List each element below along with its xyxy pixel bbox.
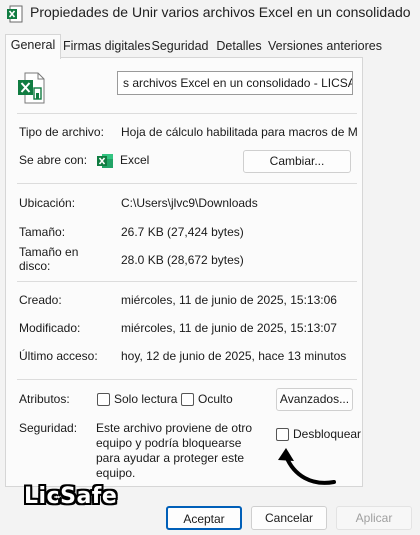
separator xyxy=(17,113,357,114)
readonly-checkbox[interactable]: Solo lectura xyxy=(97,392,177,406)
tab-security[interactable]: Seguridad xyxy=(149,36,211,58)
disk-size-value: 28.0 KB (28,672 bytes) xyxy=(121,253,244,267)
separator xyxy=(17,379,357,380)
file-name-input[interactable]: s archivos Excel en un consolidado - LIC… xyxy=(117,71,353,95)
created-value: miércoles, 11 de junio de 2025, 15:13:06 xyxy=(121,293,337,307)
tab-previous-versions[interactable]: Versiones anteriores xyxy=(268,36,382,58)
change-button[interactable]: Cambiar... xyxy=(243,150,351,173)
disk-size-label-line1: Tamaño en xyxy=(19,245,79,259)
accessed-label: Último acceso: xyxy=(19,349,98,363)
window-title: Propiedades de Unir varios archivos Exce… xyxy=(30,4,415,20)
tab-details[interactable]: Detalles xyxy=(215,36,263,58)
opens-with-label: Se abre con: xyxy=(19,153,88,167)
disk-size-label-line2: disco: xyxy=(19,259,51,273)
ok-button[interactable]: Aceptar xyxy=(166,506,242,530)
readonly-checkbox-label: Solo lectura xyxy=(114,392,178,406)
created-label: Creado: xyxy=(19,293,62,307)
tab-bar: General Firmas digitales Seguridad Detal… xyxy=(0,34,420,59)
readonly-checkbox-box[interactable] xyxy=(97,392,110,406)
file-type-label: Tipo de archivo: xyxy=(19,125,104,139)
hidden-checkbox[interactable]: Oculto xyxy=(181,392,233,406)
hidden-checkbox-box[interactable] xyxy=(181,392,194,406)
excel-file-large-icon xyxy=(18,72,45,104)
excel-file-icon xyxy=(7,5,23,23)
attributes-label: Atributos: xyxy=(19,392,70,406)
curved-arrow-icon xyxy=(278,448,336,485)
modified-value: miércoles, 11 de junio de 2025, 15:13:07 xyxy=(121,321,337,335)
disk-size-label: Tamaño en disco: xyxy=(19,245,78,273)
hidden-checkbox-label: Oculto xyxy=(198,392,233,406)
file-type-value: Hoja de cálculo habilitada para macros d… xyxy=(121,125,358,139)
advanced-button[interactable]: Avanzados... xyxy=(276,388,353,411)
accessed-value: hoy, 12 de junio de 2025, hace 13 minuto… xyxy=(121,349,347,363)
unblock-checkbox-label: Desbloquear xyxy=(293,427,362,441)
title-bar: Propiedades de Unir varios archivos Exce… xyxy=(0,0,420,30)
security-text: Este archivo proviene de otro equipo y p… xyxy=(96,421,253,480)
licsafe-watermark-logo: LicSafe xyxy=(24,484,118,509)
size-label: Tamaño: xyxy=(19,225,66,239)
tab-general[interactable]: General xyxy=(5,34,61,59)
excel-app-icon xyxy=(97,154,113,168)
opens-with-value: Excel xyxy=(120,153,150,167)
separator xyxy=(17,281,357,282)
security-label: Seguridad: xyxy=(19,421,78,435)
modified-label: Modificado: xyxy=(19,321,81,335)
size-value: 26.7 KB (27,424 bytes) xyxy=(121,225,244,239)
location-label: Ubicación: xyxy=(19,196,76,210)
location-value: C:\Users\jlvc9\Downloads xyxy=(121,196,258,210)
apply-button[interactable]: Aplicar xyxy=(336,506,412,530)
cancel-button[interactable]: Cancelar xyxy=(251,506,327,530)
tab-digital-signatures[interactable]: Firmas digitales xyxy=(63,36,151,58)
unblock-checkbox[interactable]: Desbloquear xyxy=(276,427,361,441)
separator xyxy=(17,183,357,184)
unblock-checkbox-box[interactable] xyxy=(276,427,289,441)
